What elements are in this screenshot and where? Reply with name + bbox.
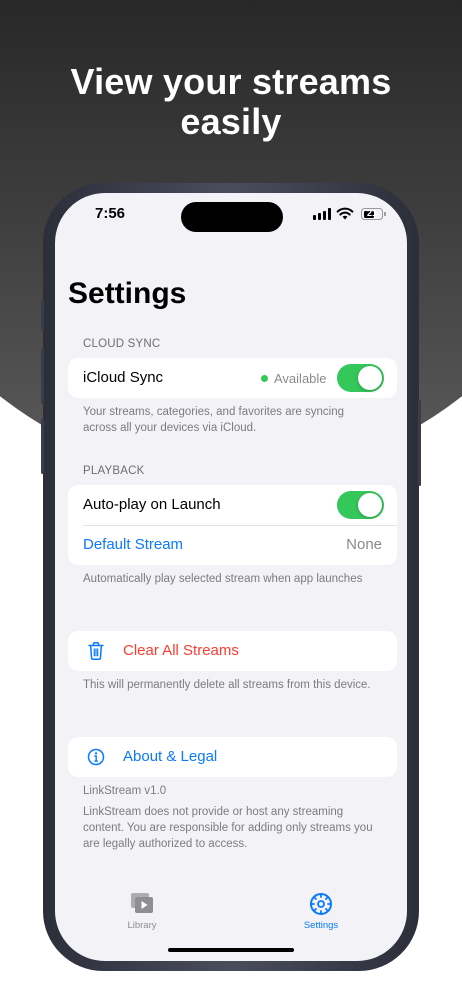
cellular-signal-icon [313,208,331,220]
app-version: LinkStream v1.0 [83,785,167,797]
playback-header: PLAYBACK [83,465,145,477]
about-footer: LinkStream does not provide or host any … [83,806,373,850]
about-legal-label[interactable]: About & Legal [123,748,217,765]
volume-down-button [41,418,44,474]
battery-icon: 21 [361,208,386,220]
tab-settings[interactable]: Settings [281,891,361,931]
clear-all-streams-label[interactable]: Clear All Streams [123,642,239,659]
page-title: Settings [68,277,187,310]
phone-screen: 7:56 21 Settings CLOUD SYNC iCloud Sync … [55,193,407,961]
tab-library-label: Library [127,920,157,931]
cloud-sync-footer: Your streams, categories, and favorites … [83,406,345,434]
default-stream-value: None [346,536,382,553]
status-time: 7:56 [95,205,126,222]
trash-icon [88,642,104,661]
info-icon [87,748,105,766]
library-icon [131,893,153,913]
cloud-sync-header: CLOUD SYNC [83,338,161,350]
about-legal-button[interactable]: About & Legal [68,737,397,777]
tab-bar: Library Settings [55,891,407,941]
volume-up-button [41,348,44,404]
clear-all-streams-button[interactable]: Clear All Streams [68,631,397,671]
sync-status-text: Available [274,371,327,386]
power-button [418,400,421,486]
settings-gear-icon [310,893,332,915]
icloud-sync-toggle[interactable] [337,364,384,392]
tab-library[interactable]: Library [102,891,182,931]
battery-level: 21 [366,208,377,218]
autoplay-label: Auto-play on Launch [83,496,221,513]
default-stream-label[interactable]: Default Stream [83,536,183,553]
wifi-icon [336,207,354,220]
status-dot [261,375,268,382]
cloud-sync-group: iCloud Sync Available [68,358,397,398]
default-stream-row[interactable]: Default Stream None [68,525,397,565]
dynamic-island [181,202,283,232]
about-group: About & Legal [68,737,397,777]
action-button [41,300,44,330]
icloud-sync-row: iCloud Sync Available [68,358,397,398]
home-indicator[interactable] [168,948,294,952]
autoplay-row: Auto-play on Launch [68,485,397,525]
clear-footer: This will permanently delete all streams… [83,679,371,691]
autoplay-toggle[interactable] [337,491,384,519]
playback-group: Auto-play on Launch Default Stream None [68,485,397,565]
tab-settings-label: Settings [303,920,339,931]
clear-group: Clear All Streams [68,631,397,671]
icloud-sync-label: iCloud Sync [83,369,164,386]
playback-footer: Automatically play selected stream when … [83,573,363,585]
promo-headline: View your streams easily [70,61,392,142]
